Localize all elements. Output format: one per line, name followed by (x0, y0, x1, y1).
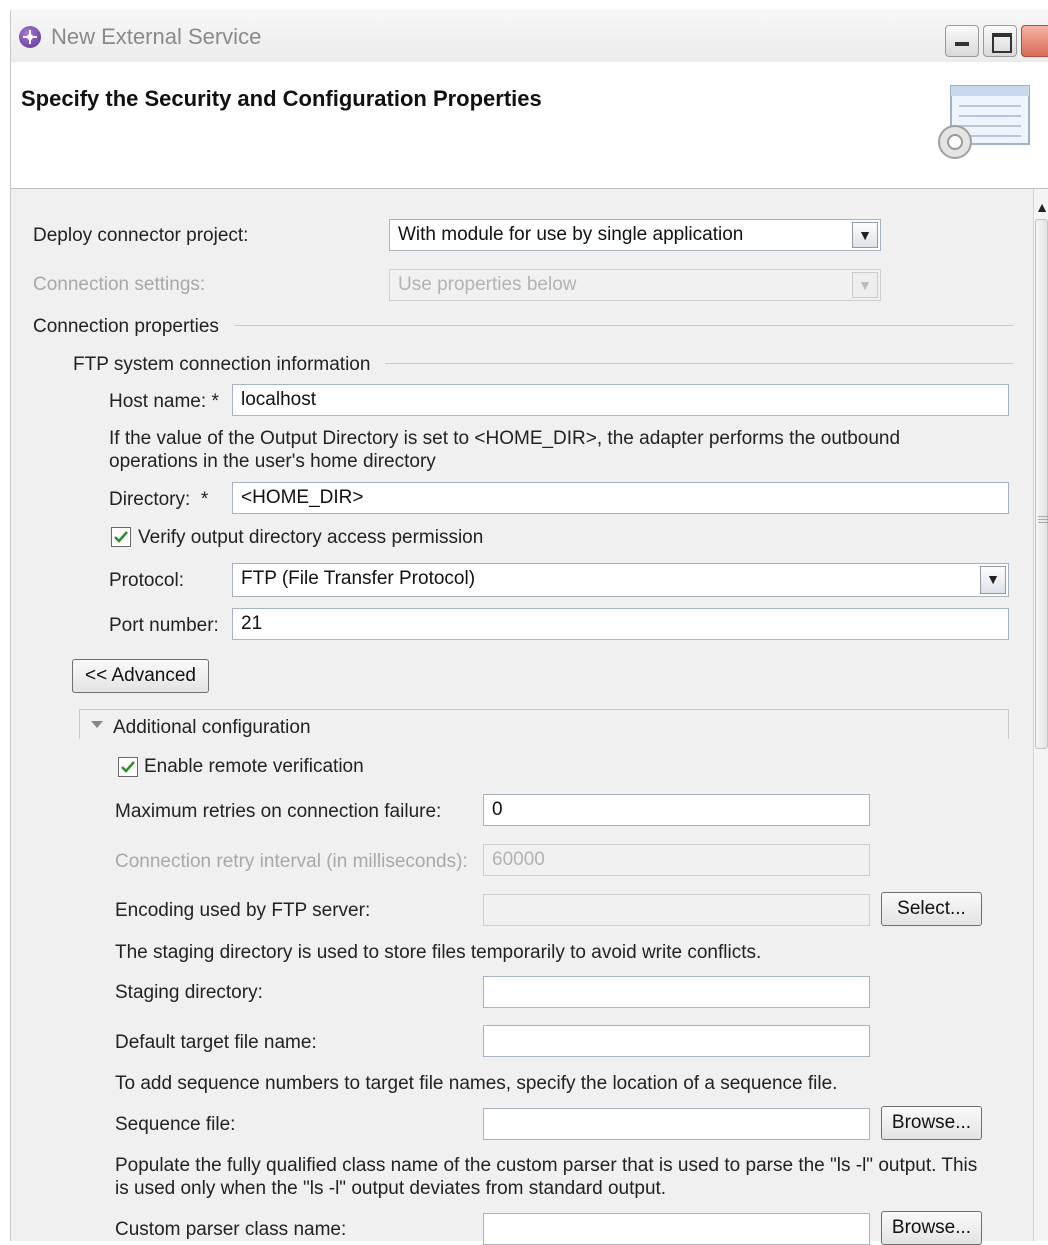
port-input[interactable]: 21 (232, 608, 1009, 640)
deploy-select-value: With module for use by single applicatio… (398, 224, 744, 245)
default-target-label: Default target file name: (115, 1032, 317, 1053)
deploy-select[interactable]: With module for use by single applicatio… (389, 219, 881, 251)
deploy-label: Deploy connector project: (33, 225, 249, 246)
encoding-input (483, 894, 870, 926)
chevron-down-icon: ▼ (852, 272, 878, 298)
maximize-button[interactable] (983, 25, 1017, 57)
checkmark-icon (114, 531, 128, 543)
encoding-label: Encoding used by FTP server: (115, 900, 371, 921)
chevron-down-icon[interactable]: ▼ (980, 566, 1006, 594)
host-label-text: Host name: (109, 391, 207, 412)
expand-triangle-icon[interactable] (91, 721, 103, 728)
minimize-icon (955, 42, 969, 46)
grip-icon: — — — (1038, 511, 1048, 528)
sequence-note: To add sequence numbers to target file n… (115, 1073, 838, 1094)
staging-directory-label: Staging directory: (115, 982, 263, 1003)
parser-note: Populate the fully qualified class name … (115, 1155, 978, 1199)
directory-label-text: Directory: (109, 489, 191, 510)
additional-config-frame (79, 709, 1009, 711)
scrollbar-thumb[interactable]: — — — (1035, 219, 1048, 749)
window-title: New External Service (51, 24, 262, 49)
retry-interval-label: Connection retry interval (in millisecon… (115, 851, 468, 872)
checkmark-icon (121, 761, 135, 773)
title-bar: New External Service (11, 10, 1048, 62)
frame-right-edge (1008, 709, 1010, 739)
wizard-banner-icon (938, 85, 1030, 159)
select-encoding-button[interactable]: Select... (881, 892, 982, 926)
protocol-select-value: FTP (File Transfer Protocol) (241, 568, 476, 589)
staging-directory-input[interactable] (483, 976, 870, 1008)
maximize-icon (992, 33, 1012, 53)
output-directory-note: If the value of the Output Directory is … (109, 428, 901, 472)
port-label: Port number: (109, 615, 219, 636)
directory-input[interactable]: <HOME_DIR> (232, 482, 1009, 514)
remote-verification-label[interactable]: Enable remote verification (144, 756, 364, 778)
staging-note: The staging directory is used to store f… (115, 942, 762, 963)
ftp-group-label: FTP system connection information (73, 354, 371, 375)
connection-settings-select: Use properties below ▼ (389, 269, 881, 301)
default-target-input[interactable] (483, 1025, 870, 1057)
scroll-up-arrow-icon[interactable]: ▲ (1034, 197, 1048, 217)
host-input[interactable]: localhost (232, 384, 1009, 416)
required-marker: * (200, 489, 209, 510)
chevron-down-icon[interactable]: ▼ (852, 222, 878, 248)
connection-properties-separator (235, 325, 1013, 326)
verify-permission-label[interactable]: Verify output directory access permissio… (138, 527, 483, 549)
ftp-group-separator (385, 363, 1013, 364)
protocol-select[interactable]: FTP (File Transfer Protocol) ▼ (232, 563, 1009, 597)
form-content: Deploy connector project: With module fo… (11, 189, 1033, 1245)
connection-properties-label: Connection properties (33, 316, 219, 337)
verify-permission-checkbox[interactable] (111, 527, 131, 547)
directory-label: Directory: * (109, 489, 208, 511)
sequence-file-input[interactable] (483, 1108, 870, 1140)
max-retries-input[interactable]: 0 (483, 794, 870, 826)
app-icon (19, 26, 41, 48)
close-button[interactable] (1021, 25, 1048, 57)
custom-parser-label: Custom parser class name: (115, 1219, 347, 1240)
page-title: Specify the Security and Configuration P… (21, 86, 542, 111)
custom-parser-input[interactable] (483, 1213, 870, 1245)
dialog-window: New External Service Specify the Securit… (10, 10, 1048, 1245)
connection-settings-label: Connection settings: (33, 274, 206, 295)
retry-interval-input: 60000 (483, 844, 870, 876)
host-label: Host name: * (109, 391, 219, 413)
browse-sequence-button[interactable]: Browse... (881, 1106, 982, 1140)
minimize-button[interactable] (945, 25, 979, 57)
connection-settings-value: Use properties below (398, 274, 577, 295)
sequence-file-label: Sequence file: (115, 1114, 236, 1135)
protocol-label: Protocol: (109, 570, 184, 591)
browse-parser-button[interactable]: Browse... (881, 1211, 982, 1245)
vertical-scrollbar[interactable]: ▲ — — — (1033, 189, 1048, 1241)
frame-left-edge (79, 709, 81, 739)
advanced-button[interactable]: << Advanced (72, 659, 209, 693)
wizard-header: Specify the Security and Configuration P… (11, 62, 1048, 189)
additional-config-label[interactable]: Additional configuration (113, 717, 311, 739)
max-retries-label: Maximum retries on connection failure: (115, 801, 442, 822)
remote-verification-checkbox[interactable] (118, 757, 138, 777)
required-marker: * (211, 391, 219, 412)
